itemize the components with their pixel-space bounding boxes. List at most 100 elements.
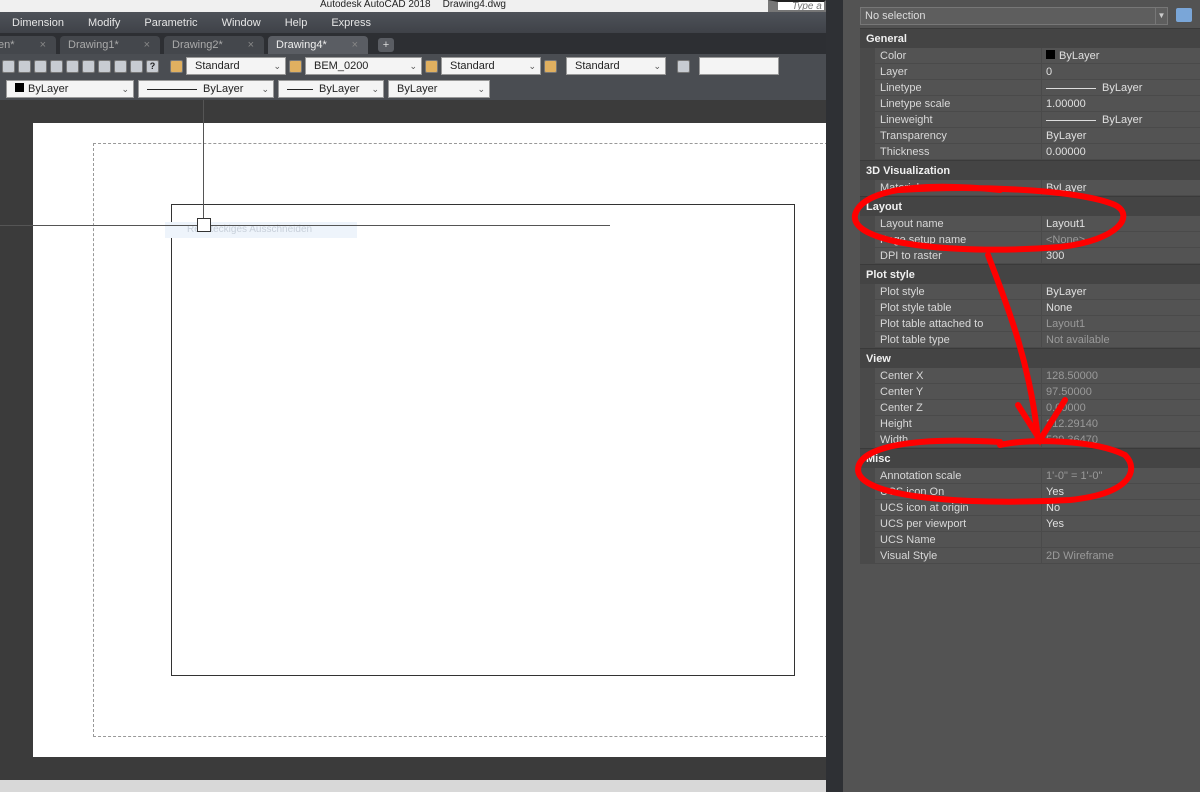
plotstyle-select[interactable]: ByLayer ⌄ <box>388 80 490 98</box>
zoom-icon[interactable] <box>2 59 15 73</box>
close-icon[interactable]: × <box>40 39 46 51</box>
design-center-icon[interactable] <box>66 59 79 73</box>
viewport[interactable] <box>171 204 795 676</box>
close-icon[interactable]: × <box>248 39 254 51</box>
property-value[interactable]: 128.50000 <box>1042 368 1200 383</box>
property-value[interactable]: ByLayer <box>1042 128 1200 143</box>
zoom-previous-icon[interactable] <box>34 59 47 73</box>
layer-select[interactable] <box>699 57 779 75</box>
palette-title-strip[interactable] <box>826 0 843 792</box>
property-value[interactable] <box>1042 532 1200 547</box>
properties-icon[interactable] <box>50 59 63 73</box>
property-row[interactable]: Visual Style 2D Wireframe <box>860 548 1200 564</box>
tool-palettes-icon[interactable] <box>82 59 95 73</box>
property-row[interactable]: Center X 128.50000 <box>860 368 1200 384</box>
table-style-select[interactable]: Standard ⌄ <box>441 57 541 75</box>
dim-style-icon[interactable] <box>289 59 302 73</box>
layer-icon[interactable] <box>677 59 690 73</box>
property-row[interactable]: Color ByLayer <box>860 48 1200 64</box>
property-value[interactable]: None <box>1042 300 1200 315</box>
property-row[interactable]: Plot table attached to Layout1 <box>860 316 1200 332</box>
menu-dimension[interactable]: Dimension <box>0 17 76 29</box>
tab-drawing2[interactable]: Drawing2* × <box>164 36 264 54</box>
property-row[interactable]: Center Z 0.00000 <box>860 400 1200 416</box>
tab-drawing4[interactable]: Drawing4* × <box>268 36 368 54</box>
search-input[interactable] <box>768 0 826 12</box>
horizontal-scrollbar[interactable] <box>0 780 826 792</box>
property-value[interactable]: Yes <box>1042 516 1200 531</box>
property-value[interactable]: 0 <box>1042 64 1200 79</box>
section-header-layout[interactable]: Layout <box>860 196 1200 216</box>
property-row[interactable]: Center Y 97.50000 <box>860 384 1200 400</box>
section-header-3d-visualization[interactable]: 3D Visualization <box>860 160 1200 180</box>
new-tab-button[interactable]: + <box>378 38 394 52</box>
menu-window[interactable]: Window <box>210 17 273 29</box>
property-row[interactable]: Lineweight ByLayer <box>860 112 1200 128</box>
linetype-select[interactable]: ByLayer ⌄ <box>138 80 274 98</box>
property-row[interactable]: Annotation scale 1'-0" = 1'-0" <box>860 468 1200 484</box>
property-row[interactable]: Linetype ByLayer <box>860 80 1200 96</box>
menu-express[interactable]: Express <box>319 17 383 29</box>
property-value[interactable]: Not available <box>1042 332 1200 347</box>
property-row[interactable]: Layout name Layout1 <box>860 216 1200 232</box>
close-icon[interactable]: × <box>352 39 358 51</box>
selection-select[interactable]: No selection <box>860 7 1168 25</box>
dim-style-select[interactable]: BEM_0200 ⌄ <box>305 57 422 75</box>
section-header-view[interactable]: View <box>860 348 1200 368</box>
property-value[interactable]: ByLayer <box>1042 284 1200 299</box>
property-row[interactable]: Layer 0 <box>860 64 1200 80</box>
text-style-icon[interactable] <box>170 59 183 73</box>
property-value[interactable]: ByLayer <box>1042 80 1200 95</box>
property-row[interactable]: Plot table type Not available <box>860 332 1200 348</box>
property-value[interactable]: 1'-0" = 1'-0" <box>1042 468 1200 483</box>
property-row[interactable]: Page setup name <None> <box>860 232 1200 248</box>
lineweight-select[interactable]: ByLayer ⌄ <box>278 80 384 98</box>
text-style-select[interactable]: Standard ⌄ <box>186 57 286 75</box>
mleader-style-select[interactable]: Standard ⌄ <box>566 57 666 75</box>
chevron-down-icon[interactable]: ▼ <box>1155 8 1167 24</box>
property-row[interactable]: DPI to raster 300 <box>860 248 1200 264</box>
property-value[interactable]: Yes <box>1042 484 1200 499</box>
property-value[interactable]: 0.00000 <box>1042 400 1200 415</box>
section-header-general[interactable]: General <box>860 28 1200 48</box>
section-header-plot-style[interactable]: Plot style <box>860 264 1200 284</box>
property-value[interactable]: 300 <box>1042 248 1200 263</box>
property-row[interactable]: Width 529.36470 <box>860 432 1200 448</box>
property-value[interactable]: 529.36470 <box>1042 432 1200 447</box>
property-row[interactable]: Linetype scale 1.00000 <box>860 96 1200 112</box>
help-icon[interactable]: ? <box>146 59 159 73</box>
property-value[interactable]: No <box>1042 500 1200 515</box>
markup-icon[interactable] <box>98 59 111 73</box>
section-header-misc[interactable]: Misc <box>860 448 1200 468</box>
property-value[interactable]: ByLayer <box>1042 180 1200 195</box>
property-row[interactable]: Material ByLayer <box>860 180 1200 196</box>
property-value[interactable]: 2D Wireframe <box>1042 548 1200 563</box>
property-row[interactable]: UCS icon at origin No <box>860 500 1200 516</box>
property-value[interactable]: Layout1 <box>1042 316 1200 331</box>
menu-parametric[interactable]: Parametric <box>132 17 209 29</box>
sheet-set-icon[interactable] <box>114 59 127 73</box>
close-icon[interactable]: × <box>144 39 150 51</box>
property-row[interactable]: UCS icon On Yes <box>860 484 1200 500</box>
property-row[interactable]: Transparency ByLayer <box>860 128 1200 144</box>
property-value[interactable]: 97.50000 <box>1042 384 1200 399</box>
property-value[interactable]: Layout1 <box>1042 216 1200 231</box>
property-value[interactable]: <None> <box>1042 232 1200 247</box>
property-row[interactable]: Thickness 0.00000 <box>860 144 1200 160</box>
color-select[interactable]: ByLayer ⌄ <box>6 80 134 98</box>
property-row[interactable]: Plot style ByLayer <box>860 284 1200 300</box>
table-style-icon[interactable] <box>425 59 438 73</box>
quick-select-icon[interactable] <box>1176 8 1192 22</box>
property-value[interactable]: 312.29140 <box>1042 416 1200 431</box>
tab-drawing[interactable]: en* × <box>0 36 56 54</box>
menu-help[interactable]: Help <box>273 17 320 29</box>
property-row[interactable]: UCS per viewport Yes <box>860 516 1200 532</box>
property-value[interactable]: ByLayer <box>1042 48 1200 63</box>
zoom-window-icon[interactable] <box>18 59 31 73</box>
property-value[interactable]: ByLayer <box>1042 112 1200 127</box>
menu-modify[interactable]: Modify <box>76 17 132 29</box>
tab-drawing1[interactable]: Drawing1* × <box>60 36 160 54</box>
property-row[interactable]: UCS Name <box>860 532 1200 548</box>
property-value[interactable]: 1.00000 <box>1042 96 1200 111</box>
property-value[interactable]: 0.00000 <box>1042 144 1200 159</box>
